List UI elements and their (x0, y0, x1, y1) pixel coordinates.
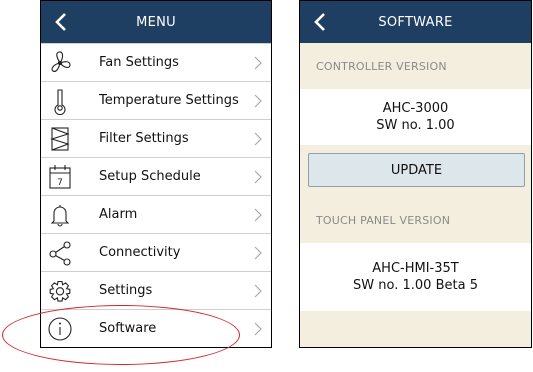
controller-version-heading: CONTROLLER VERSION (316, 59, 447, 73)
touch-panel-model: AHC-HMI-35T (372, 261, 459, 276)
update-button[interactable]: UPDATE (308, 153, 525, 187)
touch-panel-version-box: AHC-HMI-35T SW no. 1.00 Beta 5 (300, 243, 531, 311)
menu-header: MENU (41, 1, 271, 43)
menu-screen: MENU Fan Settings Temperature Settings F… (40, 0, 272, 348)
menu-item-alarm[interactable]: Alarm (41, 195, 271, 233)
touch-panel-sw-version: SW no. 1.00 Beta 5 (353, 278, 478, 293)
chevron-left-icon (55, 13, 66, 31)
chevron-right-icon (254, 132, 262, 146)
chevron-right-icon (254, 94, 262, 108)
fan-icon (51, 51, 71, 72)
software-screen: SOFTWARE CONTROLLER VERSION AHC-3000 SW … (299, 0, 532, 348)
page-title: MENU (136, 14, 176, 30)
controller-version-box: AHC-3000 SW no. 1.00 (300, 89, 531, 145)
menu-item-label: Alarm (99, 207, 138, 222)
chevron-right-icon (254, 170, 262, 184)
back-button[interactable] (51, 11, 71, 33)
chevron-left-icon (314, 13, 325, 31)
chevron-right-icon (254, 322, 262, 336)
menu-item-label: Filter Settings (99, 131, 189, 146)
menu-item-label: Connectivity (99, 245, 181, 260)
touch-panel-version-heading: TOUCH PANEL VERSION (316, 213, 451, 227)
gear-icon (49, 280, 71, 302)
chevron-right-icon (254, 208, 262, 222)
menu-item-label: Temperature Settings (99, 93, 239, 108)
chevron-right-icon (254, 284, 262, 298)
controller-model: AHC-3000 (382, 101, 449, 116)
calendar-day-text: 7 (57, 178, 63, 188)
bell-icon (50, 205, 70, 227)
highlight-ellipse (2, 305, 240, 365)
menu-item-fan-settings[interactable]: Fan Settings (41, 43, 271, 81)
chevron-right-icon (254, 56, 262, 70)
calendar-icon: 7 (49, 165, 71, 189)
filter-icon (50, 127, 70, 151)
controller-sw-version: SW no. 1.00 (376, 118, 455, 133)
menu-item-connectivity[interactable]: Connectivity (41, 233, 271, 271)
menu-item-settings[interactable]: Settings (41, 271, 271, 309)
software-header: SOFTWARE (300, 1, 531, 43)
menu-item-setup-schedule[interactable]: 7 Setup Schedule (41, 157, 271, 195)
menu-item-temperature-settings[interactable]: Temperature Settings (41, 81, 271, 119)
menu-item-label: Fan Settings (99, 55, 179, 70)
back-button[interactable] (310, 11, 330, 33)
menu-item-label: Setup Schedule (99, 169, 201, 184)
share-icon (49, 241, 71, 266)
menu-item-label: Settings (99, 283, 153, 298)
page-title: SOFTWARE (378, 14, 453, 30)
thermometer-icon (54, 89, 66, 115)
chevron-right-icon (254, 246, 262, 260)
menu-item-filter-settings[interactable]: Filter Settings (41, 119, 271, 157)
